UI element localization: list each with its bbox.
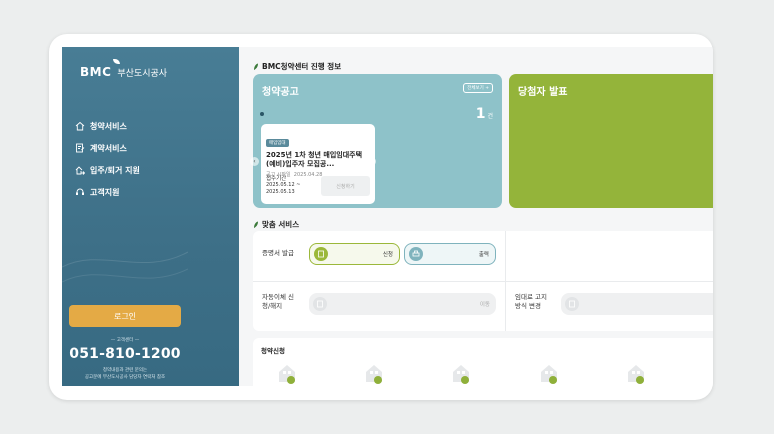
cert-print-button[interactable]: 출력 — [404, 243, 496, 265]
move-icon — [74, 165, 85, 176]
notice-title: 2025년 1차 청년 매입임대주택 (예비)입주자 모집공... — [266, 151, 363, 168]
house-50-icon[interactable] — [450, 362, 472, 384]
bill-icon — [565, 297, 579, 311]
cert-label: 증명서 발급 — [262, 249, 294, 257]
pill-label: 신청 — [382, 252, 393, 258]
sidebar-item-support[interactable]: 고객지원 — [74, 181, 140, 203]
document-icon — [314, 247, 328, 261]
pill-label: 이동 — [479, 302, 490, 308]
cert-apply-button[interactable]: 신청 — [309, 243, 400, 265]
winner-card[interactable]: 당첨자 발표 — [509, 74, 713, 208]
sidebar-item-contract[interactable]: 계약서비스 — [74, 137, 140, 159]
section-title-text: BMC청약센터 진행 정보 — [262, 62, 342, 71]
sidebar-item-move[interactable]: 입주/퇴거 지원 — [74, 159, 140, 181]
period-dates: 2025.05.12 ~ 2025.05.13 — [266, 182, 300, 196]
sidebar-item-label: 고객지원 — [90, 187, 120, 197]
house-plus-icon[interactable] — [538, 362, 560, 384]
main-content: BMC청약센터 진행 정보 청약공고 전체보기 + 1 건 ‹ › 매입임대 2… — [239, 47, 713, 398]
progress-section-title: BMC청약센터 진행 정보 — [253, 61, 341, 72]
apply-section-title: 청약신청 — [261, 347, 285, 355]
leaf-icon — [254, 221, 258, 228]
login-button[interactable]: 로그인 — [69, 305, 181, 327]
winner-title: 당첨자 발표 — [518, 87, 568, 98]
customer-center-note: 청약내용과 관련 문의는 공고문에 부산도시공사 담당자 연락처 참조 — [62, 367, 188, 381]
label-line: 자동이체 신 — [262, 293, 294, 301]
note-line: 공고문에 부산도시공사 담당자 연락처 참조 — [84, 375, 166, 380]
home-icon — [74, 121, 85, 132]
customer-center-label: — 고객센터 — — [110, 338, 140, 343]
sidebar-item-subscription[interactable]: 청약서비스 — [74, 115, 140, 137]
logo-leaf-icon — [113, 59, 120, 64]
rent-notice-label: 임대료 고지 방식 변경 — [515, 293, 547, 311]
house-person-icon[interactable] — [363, 362, 385, 384]
sidebar-item-label: 입주/퇴거 지원 — [90, 165, 140, 175]
house-heart-icon[interactable] — [276, 362, 298, 384]
period-end: 2025.05.13 — [266, 189, 295, 195]
auto-transfer-label: 자동이체 신 청/해지 — [262, 293, 294, 311]
notice-card[interactable]: 매입임대 2025년 1차 청년 매입임대주택 (예비)입주자 모집공... 공… — [261, 124, 375, 204]
subscription-title: 청약공고 — [262, 87, 299, 98]
subscription-card: 청약공고 전체보기 + 1 건 ‹ › 매입임대 2025년 1차 청년 매입임… — [250, 74, 502, 208]
count-number: 1 — [475, 106, 486, 122]
period-start: 2025.05.12 ~ — [266, 182, 301, 188]
logo-text: 부산도시공사 — [117, 68, 168, 79]
custom-services-panel: 증명서 발급 신청 출력 자동이체 신 청/해지 이동 임대료 고지 방식 변경 — [253, 231, 713, 331]
browser-frame: BMC 부산도시공사 청약서비스 계약서비스 입주/퇴거 지원 고객지원 로그인… — [49, 34, 713, 400]
note-line: 청약내용과 관련 문의는 — [102, 368, 148, 373]
label-line: 방식 변경 — [515, 302, 541, 310]
apply-button[interactable]: 신청하기 — [321, 176, 370, 196]
sidebar-menu: 청약서비스 계약서비스 입주/퇴거 지원 고객지원 — [74, 115, 140, 203]
customer-center-phone: 051-810-1200 — [69, 346, 181, 362]
count-unit: 건 — [487, 113, 493, 120]
section-title-text: 맞춤 서비스 — [262, 220, 300, 229]
pill-label: 출력 — [478, 252, 489, 258]
notice-meta-date: 2025.04.28 — [293, 172, 323, 178]
transfer-icon — [313, 297, 327, 311]
auto-transfer-button[interactable]: 이동 — [309, 293, 496, 315]
label-line: 청/해지 — [262, 302, 283, 310]
sidebar-item-label: 계약서비스 — [90, 143, 127, 153]
logo-mark: BMC — [80, 65, 112, 79]
subscription-count: 1 건 — [476, 106, 493, 122]
logo[interactable]: BMC 부산도시공사 — [80, 59, 168, 79]
sidebar: BMC 부산도시공사 청약서비스 계약서비스 입주/퇴거 지원 고객지원 로그인… — [62, 47, 239, 386]
contract-icon — [74, 143, 85, 154]
print-icon — [409, 247, 423, 261]
support-icon — [74, 187, 85, 198]
rent-notice-button[interactable]: 이동 — [561, 293, 713, 315]
notice-badge: 매입임대 — [266, 139, 289, 147]
carousel-dot[interactable] — [260, 112, 264, 116]
label-line: 임대료 고지 — [515, 293, 547, 301]
apply-section: 청약신청 — [253, 338, 713, 398]
period-label: 접수기간 — [266, 176, 287, 182]
view-all-button[interactable]: 전체보기 + — [463, 83, 493, 93]
leaf-icon — [254, 63, 258, 70]
house-circle-icon[interactable] — [625, 362, 647, 384]
sidebar-item-label: 청약서비스 — [90, 121, 127, 131]
divider — [253, 281, 713, 282]
carousel-prev-icon[interactable]: ‹ — [250, 157, 259, 166]
custom-section-title: 맞춤 서비스 — [253, 219, 299, 230]
